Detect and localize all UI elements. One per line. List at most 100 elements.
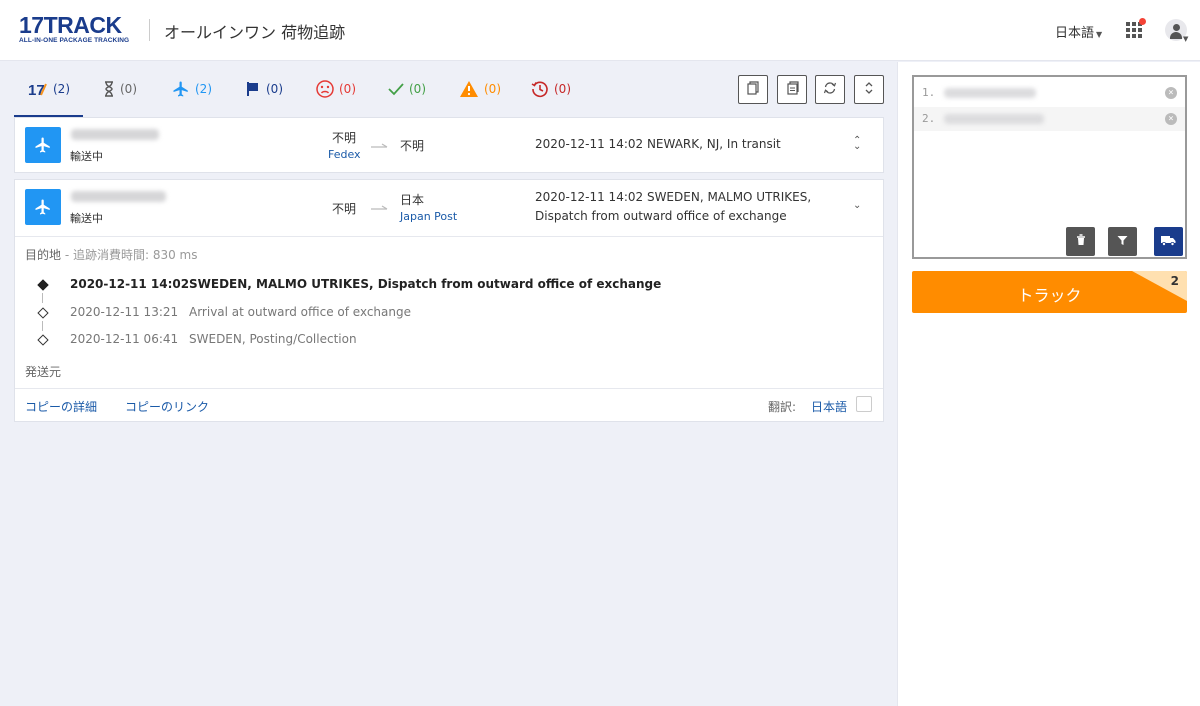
copy-detail-link[interactable]: コピーの詳細 (25, 398, 97, 415)
translate-label: 翻訳: (768, 400, 797, 414)
airplane-icon (25, 189, 61, 225)
copy-all-icon (786, 81, 799, 98)
input-row[interactable]: 2. × (914, 107, 1185, 131)
latest-event-line1: 2020-12-11 14:02 SWEDEN, MALMO UTRIKES, (535, 190, 812, 204)
elapsed-time: - 追跡消費時間: 830 ms (61, 248, 198, 262)
destination-carrier[interactable]: Japan Post (400, 210, 457, 223)
tab-count: (0) (339, 82, 356, 96)
logo-wordmark: 17TRACK (19, 12, 122, 38)
copy-button[interactable] (738, 75, 768, 104)
refresh-button[interactable] (815, 75, 845, 104)
origin-section-label: 発送元 (25, 365, 62, 379)
event-description: SWEDEN, Posting/Collection (189, 332, 357, 346)
track-button[interactable]: 2 トラック (912, 271, 1187, 313)
destination-section-label: 目的地 - 追跡消費時間: 830 ms (25, 246, 198, 263)
warning-icon (459, 80, 479, 98)
track-button-label: トラック (1017, 286, 1082, 305)
tracking-number-redacted (71, 129, 159, 140)
shipment-card-expanded[interactable]: 輸送中 不明 日本 Japan Post 2020-12-11 14:02 SW… (14, 179, 884, 422)
tab-pickup[interactable]: (0) (245, 77, 283, 101)
tab-expired[interactable]: (0) (531, 77, 571, 101)
logo-tagline: ALL-IN-ONE PACKAGE TRACKING (19, 37, 130, 44)
expired-clock-icon (531, 80, 549, 98)
tracking-number-redacted (944, 114, 1044, 124)
route-arrow-icon (371, 205, 388, 210)
input-row[interactable]: 1. × (914, 81, 1185, 105)
tracking-number-redacted (944, 88, 1036, 98)
expand-all-icon (864, 81, 874, 98)
header-divider (149, 19, 150, 41)
translate-checkbox[interactable] (856, 396, 872, 412)
shipment-status: 輸送中 (70, 212, 103, 225)
top-header: 17TRACK ALL-IN-ONE PACKAGE TRACKING オールイ… (0, 0, 1200, 61)
latest-event-line2: Dispatch from outward office of exchange (535, 209, 787, 223)
copy-link-link[interactable]: コピーのリンク (125, 398, 209, 415)
destination-country: 不明 (400, 139, 425, 153)
translate-language[interactable]: 日本語 (811, 398, 847, 415)
page-title: オールインワン 荷物追跡 (164, 23, 346, 42)
clear-row-icon[interactable]: × (1165, 87, 1177, 99)
airplane-icon (172, 80, 190, 98)
check-icon (388, 82, 404, 96)
caret-down-icon: ▼ (1096, 30, 1103, 39)
hourglass-icon (103, 81, 115, 97)
notification-dot (1139, 18, 1146, 25)
tab-pending[interactable]: (0) (103, 77, 137, 101)
carrier-select-button[interactable] (1154, 227, 1183, 256)
tab-undelivered[interactable]: (0) (316, 77, 356, 101)
diamond-filled-icon (37, 279, 49, 291)
event-time: 2020-12-11 06:41 (70, 332, 179, 346)
route-arrow-icon (371, 143, 388, 148)
tab-count: (0) (120, 82, 137, 96)
event-description: SWEDEN, MALMO UTRIKES, Dispatch from out… (189, 277, 662, 291)
tab-count: (2) (53, 82, 70, 96)
flag-icon (245, 81, 261, 97)
tracking-input-panel: 1. × 2. × 2 トラック (897, 62, 1200, 706)
shipment-card[interactable]: 輸送中 不明 Fedex 不明 2020-12-11 14:02 NEWARK,… (14, 117, 884, 173)
origin-carrier[interactable]: Fedex (328, 148, 361, 161)
tab-in-transit[interactable]: (2) (172, 77, 212, 101)
trash-icon (1076, 234, 1086, 249)
tracking-number-redacted (71, 191, 166, 202)
clear-row-icon[interactable]: × (1165, 113, 1177, 125)
status-filter-tabs: 17 (2) (0) (2) (0) (0) (0) (0) (0) (14, 62, 884, 117)
latest-event: 2020-12-11 14:02 NEWARK, NJ, In transit (535, 137, 781, 151)
language-label: 日本語 (1055, 26, 1095, 41)
event-time: 2020-12-11 13:21 (70, 305, 179, 319)
row-index: 2. (922, 112, 936, 125)
tab-alert[interactable]: (0) (459, 77, 501, 101)
tab-all[interactable]: 17 (2) (28, 77, 70, 101)
avatar-caret-icon: ▼ (1183, 35, 1189, 43)
timeline-event: 2020-12-11 06:41 SWEDEN, Posting/Collect… (15, 329, 875, 351)
delete-all-button[interactable] (1066, 227, 1095, 256)
shipment-status: 輸送中 (70, 150, 103, 163)
tab-count: (0) (484, 82, 501, 96)
card-footer: コピーの詳細 コピーのリンク 翻訳: 日本語 (15, 388, 883, 421)
chevron-updown-icon[interactable]: ⌃ ⌄ (853, 136, 861, 152)
copy-all-button[interactable] (777, 75, 807, 104)
tracking-numbers-input[interactable]: 1. × 2. × (912, 75, 1187, 259)
row-index: 1. (922, 86, 936, 99)
sad-face-icon (316, 80, 334, 98)
filter-funnel-icon (1117, 235, 1128, 249)
truck-icon (1161, 235, 1176, 249)
timeline-event: 2020-12-11 13:21 Arrival at outward offi… (15, 302, 875, 324)
17track-logo[interactable]: 17TRACK ALL-IN-ONE PACKAGE TRACKING (19, 12, 130, 45)
expand-all-button[interactable] (854, 75, 884, 104)
copy-icon (747, 81, 759, 98)
language-selector[interactable]: 日本語 ▼ (1055, 22, 1102, 41)
tab-delivered[interactable]: (0) (388, 77, 426, 101)
refresh-icon (823, 81, 837, 98)
diamond-outline-icon (37, 334, 49, 346)
event-time: 2020-12-11 14:02 (70, 277, 190, 291)
divider (15, 236, 883, 237)
origin-country: 不明 (332, 131, 357, 145)
tab-count: (0) (266, 82, 283, 96)
tab-count: (0) (554, 82, 571, 96)
17-logo-icon: 17 (28, 82, 48, 96)
airplane-icon (25, 127, 61, 163)
chevron-collapse-icon[interactable]: ⌄ (853, 200, 861, 211)
origin-country: 不明 (332, 202, 357, 216)
filter-button[interactable] (1108, 227, 1137, 256)
event-description: Arrival at outward office of exchange (189, 305, 411, 319)
